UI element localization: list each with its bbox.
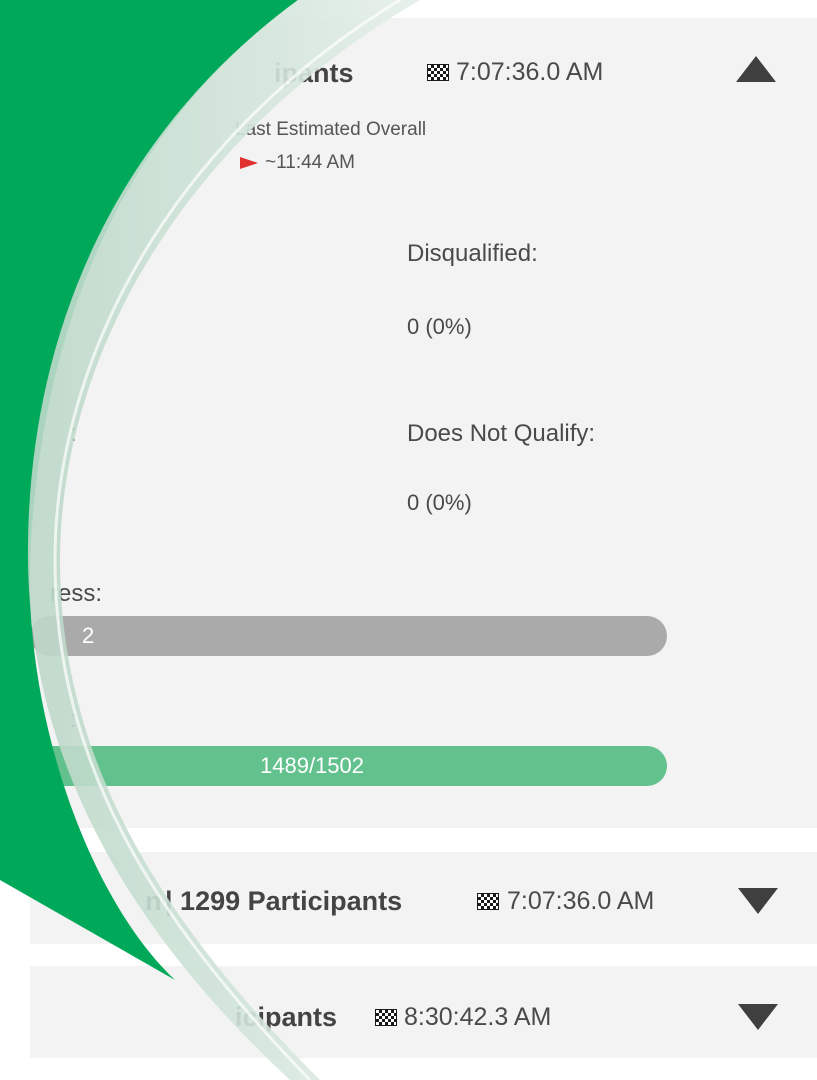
decorative-green-swoosh <box>0 0 420 1080</box>
